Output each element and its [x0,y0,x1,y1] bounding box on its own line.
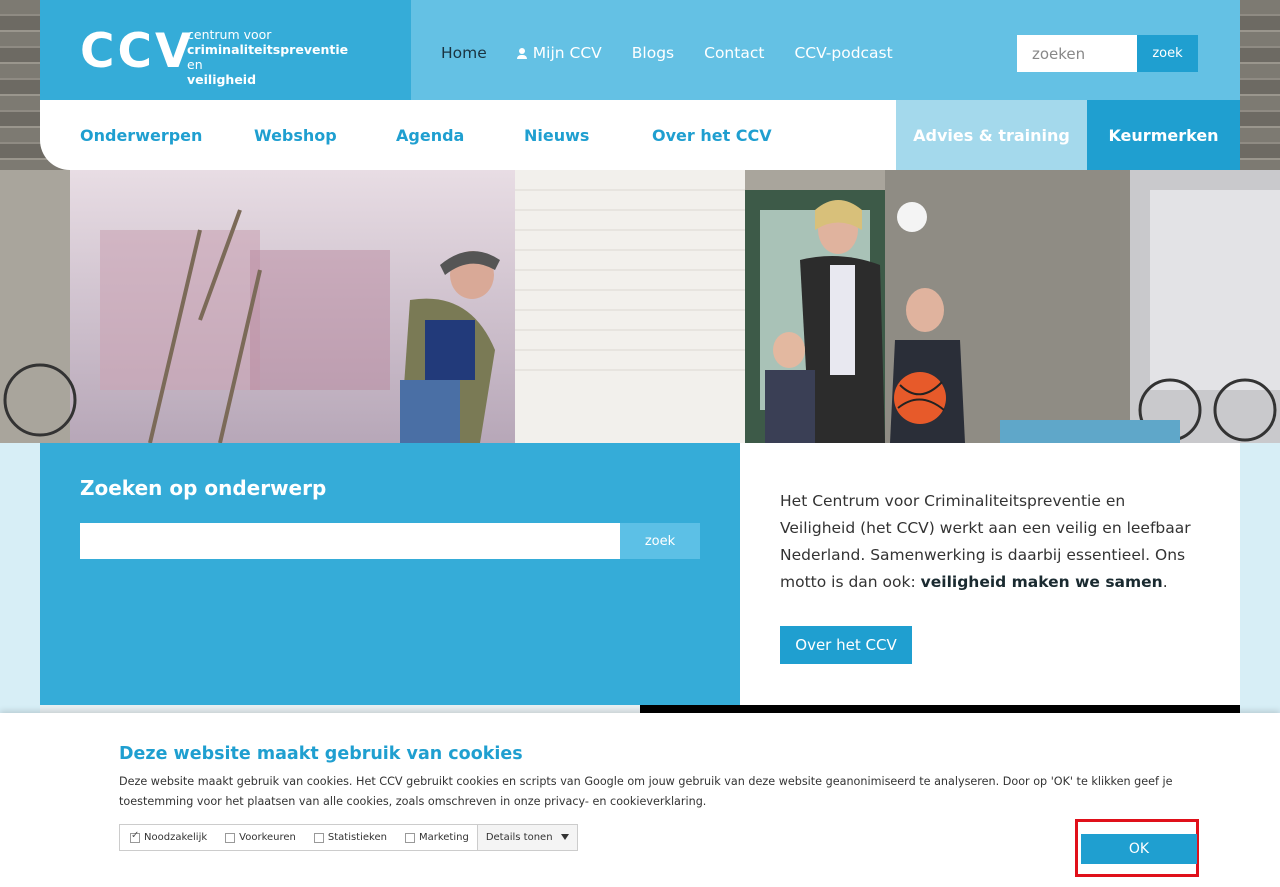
checkbox-checked-icon[interactable] [130,830,140,843]
about-panel: Het Centrum voor Criminaliteitspreventie… [740,443,1240,705]
cookie-banner: Deze website maakt gebruik van cookies D… [0,713,1280,887]
cookie-title: Deze website maakt gebruik van cookies [119,744,523,764]
cookie-option-label: Voorkeuren [239,832,296,843]
keurmerken-link[interactable]: Keurmerken [1087,100,1240,170]
logo-line-1: centrum voor [187,27,272,42]
topnav-podcast-label: CCV-podcast [794,44,893,62]
topnav-contact[interactable]: Contact [704,44,764,62]
header-search-button[interactable]: zoek [1137,35,1198,72]
mainnav-over-het-ccv[interactable]: Over het CCV [652,126,772,145]
header-search: zoek [1017,35,1198,72]
cookie-option-label: Noodzakelijk [144,832,208,843]
topnav-home[interactable]: Home [441,44,487,62]
topnav-mijn-ccv[interactable]: Mijn CCV [516,44,602,62]
top-nav: Home Mijn CCV Blogs Contact CCV-podcast [441,44,893,62]
user-icon [516,47,527,59]
cookie-description: Deze website maakt gebruik van cookies. … [119,775,1173,808]
advies-training-link[interactable]: Advies & training [896,100,1087,170]
main-nav: Onderwerpen Webshop Agenda Nieuws Over h… [40,100,896,170]
checkbox-icon[interactable] [313,832,324,843]
topnav-blogs[interactable]: Blogs [632,44,674,62]
ok-button-highlight: OK [1075,819,1199,877]
logo-line-3: veiligheid [187,72,257,87]
topic-search-form: zoek [80,523,700,559]
topic-search-title: Zoeken op onderwerp [80,476,327,500]
background-right [1240,443,1280,723]
mainnav-nieuws[interactable]: Nieuws [524,126,652,145]
about-text: Het Centrum voor Criminaliteitspreventie… [780,488,1200,596]
logo-text: centrum voor criminaliteitspreventie en … [187,27,357,87]
logo[interactable]: CCV centrum voor criminaliteitspreventie… [40,0,411,100]
mainnav-webshop[interactable]: Webshop [254,126,396,145]
top-bar: Home Mijn CCV Blogs Contact CCV-podcast … [411,0,1240,100]
cookie-option-label: Statistieken [327,832,387,843]
logo-mark: CCV [80,24,195,79]
topic-search-input[interactable] [80,523,620,559]
topnav-podcast[interactable]: CCV-podcast [794,44,892,62]
mainnav-agenda[interactable]: Agenda [396,126,524,145]
cookie-ok-button[interactable]: OK [1081,834,1197,864]
hero-photo [0,170,1280,443]
checkbox-icon[interactable] [225,832,236,843]
cookie-option-noodzakelijk[interactable]: Noodzakelijk [120,825,215,850]
mainnav-onderwerpen[interactable]: Onderwerpen [80,126,254,145]
topnav-blogs-label: Blogs [631,44,675,62]
cookie-option-statistieken[interactable]: Statistieken [304,825,395,850]
cookie-option-marketing[interactable]: Marketing [395,825,477,850]
hero-image [0,170,1280,443]
topnav-home-label: Home [441,44,487,62]
topnav-mijn-ccv-label: Mijn CCV [532,44,602,62]
topic-search-panel: Zoeken op onderwerp zoek [40,443,740,705]
topic-search-button[interactable]: zoek [620,523,700,559]
cookie-option-voorkeuren[interactable]: Voorkeuren [215,825,304,850]
about-ccv-button[interactable]: Over het CCV [780,626,912,664]
about-motto: veiligheid maken we samen [920,573,1163,591]
cookie-option-label: Marketing [418,832,469,843]
logo-line-2-suffix: en [187,57,203,72]
topnav-contact-label: Contact [704,44,765,62]
header-search-input[interactable] [1017,35,1137,72]
logo-line-2: criminaliteitspreventie en [187,42,357,72]
logo-line-2-main: criminaliteitspreventie [187,42,349,57]
background-left [0,443,40,723]
cookie-details-select[interactable]: Details tonen [476,825,577,850]
about-motto-end: . [1162,573,1168,591]
checkbox-icon[interactable] [404,832,415,843]
cookie-options: Noodzakelijk Voorkeuren Statistieken Mar… [119,824,578,851]
